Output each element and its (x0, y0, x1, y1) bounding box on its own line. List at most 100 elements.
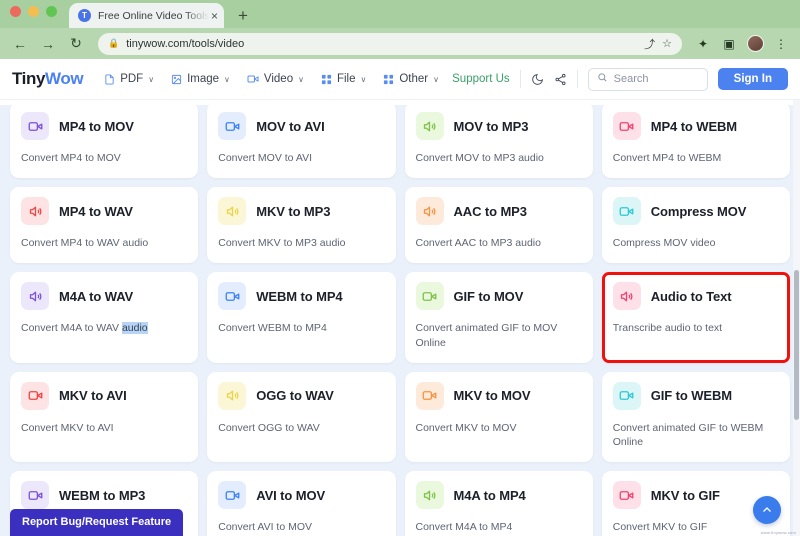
report-bug-button[interactable]: Report Bug/Request Feature (10, 509, 184, 536)
tool-card-description: Convert MP4 to WEBM (612, 152, 722, 164)
tool-card-title: M4A to MP4 (453, 487, 526, 503)
chevron-down-icon: ∨ (433, 74, 439, 84)
tool-card-title: MKV to MP3 (256, 203, 331, 219)
main-navigation: PDF ∨ Image ∨ Video ∨ File ∨ Other ∨ (97, 69, 446, 89)
window-traffic-lights (10, 0, 57, 28)
document-icon (104, 73, 115, 85)
speaker-icon (415, 197, 444, 226)
tool-card-title: MP4 to WEBM (650, 118, 738, 134)
tool-card[interactable]: GIF to MOV Convert animated GIF to MOV On… (404, 272, 593, 363)
tool-card[interactable]: OGG to WAV Convert OGG to WAV (207, 371, 396, 463)
forward-icon[interactable]: → (36, 32, 60, 56)
tool-card-description: Convert AVI to MOV (218, 521, 313, 534)
tool-card-title: Compress MOV (650, 203, 747, 219)
tool-card[interactable]: MP4 to MOV Convert MP4 to MOV (10, 102, 199, 179)
extensions-puzzle-icon[interactable]: ✦ (692, 33, 714, 55)
tool-card-title: GIF to MOV (453, 288, 524, 304)
tool-card-header: Compress MOV (612, 197, 779, 226)
tool-card-description: Compress MOV video (612, 237, 716, 250)
video-camera-icon (218, 481, 247, 510)
share-nodes-icon[interactable] (554, 73, 567, 86)
tool-card-header: MKV to MOV (415, 381, 582, 410)
scroll-to-top-button[interactable] (753, 496, 781, 524)
profile-avatar[interactable] (744, 33, 766, 55)
tool-card-header: OGG to WAV (218, 381, 384, 410)
tool-card[interactable]: MP4 to WEBM Convert MP4 to WEBM (601, 102, 790, 179)
tool-card-title: M4A to WAV (59, 288, 134, 304)
divider (576, 70, 578, 88)
tool-card[interactable]: Audio to Text Transcribe audio to text (601, 272, 790, 363)
page-scrollbar-thumb[interactable] (794, 270, 799, 420)
nav-item-pdf[interactable]: PDF ∨ (97, 69, 161, 89)
lock-icon: 🔒 (108, 38, 120, 48)
tinywow-logo[interactable]: TinyWow (12, 69, 84, 89)
video-camera-icon (247, 73, 259, 85)
browser-menu-icon[interactable]: ⋮ (770, 33, 792, 55)
tool-card-title: MKV to AVI (59, 388, 127, 404)
maximize-window-button[interactable] (46, 5, 57, 17)
tool-card[interactable]: M4A to WAV Convert M4A to WAV audio (10, 272, 199, 363)
tool-card-title: WEBM to MP3 (59, 487, 146, 503)
browser-tab-title: Free Online Video Tools - TinyWow (98, 9, 209, 22)
tool-card[interactable]: AVI to MOV Convert AVI to MOV (207, 471, 396, 536)
search-input[interactable]: Search (587, 67, 708, 91)
tool-card-title: GIF to WEBM (650, 388, 732, 404)
bookmark-star-icon[interactable]: ☆ (662, 37, 672, 50)
nav-item-video[interactable]: Video ∨ (240, 69, 311, 89)
grid-icon (383, 74, 394, 85)
tool-card[interactable]: M4A to MP4 Convert M4A to MP4 (404, 471, 593, 536)
minimize-window-button[interactable] (28, 5, 39, 17)
reload-icon[interactable]: ↻ (64, 32, 88, 56)
tool-card-description: Convert MKV to MOV (415, 421, 517, 434)
nav-label-video: Video (263, 73, 294, 85)
tool-card-title: Audio to Text (650, 288, 732, 304)
video-camera-icon (612, 381, 641, 410)
nav-item-file[interactable]: File ∨ (314, 69, 373, 89)
tool-card[interactable]: Compress MOV Compress MOV video (601, 187, 790, 264)
tool-card[interactable]: AAC to MP3 Convert AAC to MP3 audio (404, 187, 593, 264)
tool-card-title: MKV to GIF (650, 487, 720, 503)
tool-card-description: Convert MKV to AVI (21, 421, 114, 434)
tool-card[interactable]: WEBM to MP4 Convert WEBM to MP4 (207, 272, 396, 363)
tools-grid: MP4 to MOV Convert MP4 to MOV MOV to AVI Co… (10, 100, 790, 536)
tool-card[interactable]: MP4 to WAV Convert MP4 to WAV audio (10, 187, 199, 264)
tool-card-description: Convert MOV to MP3 audio (415, 152, 544, 164)
tool-card-header: AVI to MOV (218, 481, 384, 510)
tool-card-title: MOV to AVI (256, 118, 325, 134)
support-us-link[interactable]: Support Us (452, 73, 510, 85)
tool-card-header: MOV to MP3 (415, 112, 582, 140)
close-window-button[interactable] (10, 5, 21, 17)
close-tab-icon[interactable]: × (211, 10, 218, 22)
browser-tab[interactable]: T Free Online Video Tools - TinyWow × (69, 3, 224, 28)
tool-card[interactable]: MOV to AVI Convert MOV to AVI (207, 102, 396, 179)
tool-card[interactable]: MKV to MOV Convert MKV to MOV (404, 371, 593, 463)
page-scrollbar-track[interactable] (793, 100, 800, 536)
side-panel-icon[interactable]: ▣ (718, 33, 740, 55)
speaker-icon (415, 112, 444, 140)
tool-card[interactable]: MKV to AVI Convert MKV to AVI (10, 371, 199, 463)
tool-card-description: Convert MKV to MP3 audio (218, 237, 346, 250)
new-tab-button[interactable]: + (238, 7, 248, 24)
sign-in-button[interactable]: Sign In (717, 68, 788, 90)
tool-card-header: MP4 to WEBM (612, 112, 779, 140)
tool-card-title: OGG to WAV (256, 388, 334, 404)
moon-icon[interactable] (531, 73, 544, 86)
tool-card[interactable]: MKV to MP3 Convert MKV to MP3 audio (207, 187, 396, 264)
tool-card[interactable]: MOV to MP3 Convert MOV to MP3 audio (404, 102, 593, 179)
speaker-icon (21, 197, 49, 226)
tool-card-header: WEBM to MP4 (218, 282, 384, 311)
tool-card-header: MP4 to WAV (21, 197, 187, 226)
tinywow-favicon-icon: T (78, 9, 91, 22)
description-text: Convert M4A to WAV (21, 322, 122, 335)
tool-card[interactable]: GIF to WEBM Convert animated GIF to WEBM … (601, 371, 790, 463)
share-page-icon[interactable]: ⤴ (644, 36, 655, 52)
back-icon[interactable]: ← (8, 32, 32, 56)
browser-tab-strip: T Free Online Video Tools - TinyWow × + (0, 0, 800, 28)
nav-label-image: Image (187, 73, 220, 85)
nav-item-other[interactable]: Other ∨ (376, 69, 446, 89)
tool-card-header: Audio to Text (612, 282, 779, 311)
video-camera-icon (612, 112, 641, 140)
nav-item-image[interactable]: Image ∨ (164, 69, 237, 89)
tool-card-description: Convert animated GIF to MOV Online (415, 322, 558, 349)
address-bar[interactable]: 🔒 tinywow.com/tools/video ⤴ ☆ (98, 32, 682, 55)
